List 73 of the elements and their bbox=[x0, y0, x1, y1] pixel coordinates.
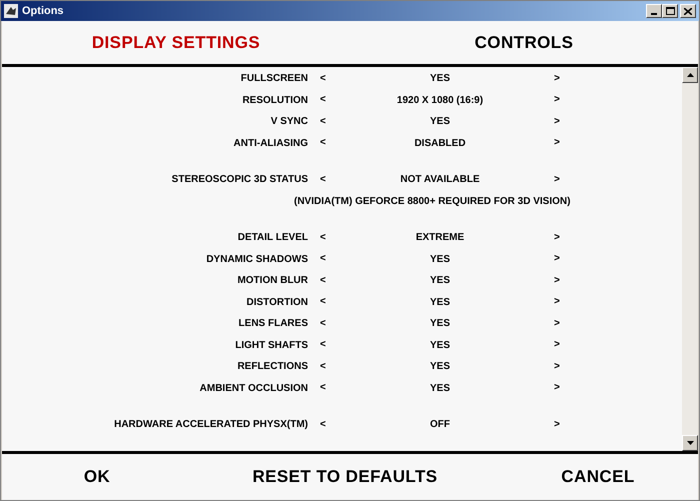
next-option-button[interactable]: > bbox=[554, 276, 560, 286]
setting-value: YES bbox=[430, 274, 450, 288]
previous-option-button[interactable]: < bbox=[320, 383, 326, 394]
minimize-button[interactable] bbox=[646, 4, 662, 18]
setting-value: OFF bbox=[430, 418, 450, 432]
setting-label: LIGHT SHAFTS bbox=[235, 338, 308, 353]
next-option-button[interactable]: > bbox=[554, 297, 560, 308]
previous-option-button[interactable]: < bbox=[320, 174, 326, 185]
scrollbar[interactable] bbox=[682, 67, 698, 450]
next-option-button[interactable]: > bbox=[554, 116, 560, 127]
footer-button[interactable]: OK bbox=[84, 464, 110, 490]
setting-value: YES bbox=[430, 382, 450, 396]
next-option-button[interactable]: > bbox=[554, 138, 560, 148]
setting-value: YES bbox=[430, 72, 450, 86]
footer-button[interactable]: RESET TO DEFAULTS bbox=[252, 464, 438, 490]
previous-option-button[interactable]: < bbox=[320, 232, 326, 243]
setting-value: YES bbox=[430, 296, 450, 310]
setting-label: LENS FLARES bbox=[238, 317, 308, 332]
setting-value: EXTREME bbox=[416, 231, 464, 246]
previous-option-button[interactable]: < bbox=[320, 362, 326, 372]
close-button[interactable] bbox=[680, 4, 696, 18]
setting-value: YES bbox=[430, 360, 450, 374]
setting-label: STEREOSCOPIC 3D STATUS bbox=[172, 173, 308, 188]
next-option-button[interactable]: > bbox=[554, 174, 560, 185]
setting-label: HARDWARE ACCELERATED PHYSX(TM) bbox=[114, 418, 308, 432]
down-arrow-icon bbox=[686, 440, 694, 444]
next-option-button[interactable]: > bbox=[554, 420, 560, 430]
previous-option-button[interactable]: < bbox=[320, 95, 326, 106]
next-option-button[interactable]: > bbox=[554, 74, 560, 84]
setting-value: 1920 X 1080 (16:9) bbox=[396, 94, 484, 108]
setting-label: DISTORTION bbox=[246, 296, 308, 310]
setting-label: AMBIENT OCCLUSION bbox=[200, 382, 308, 396]
previous-option-button[interactable]: < bbox=[320, 116, 326, 127]
previous-option-button[interactable]: < bbox=[320, 420, 326, 430]
setting-value: DISABLED bbox=[414, 136, 466, 151]
previous-option-button[interactable]: < bbox=[320, 254, 326, 264]
window-title: Options bbox=[22, 4, 64, 19]
previous-option-button[interactable]: < bbox=[320, 340, 326, 350]
tab[interactable]: DISPLAY SETTINGS bbox=[2, 30, 350, 56]
footer-button[interactable]: CANCEL bbox=[561, 464, 635, 490]
setting-value: YES bbox=[430, 115, 450, 130]
next-option-button[interactable]: > bbox=[554, 383, 560, 394]
close-icon bbox=[684, 8, 692, 14]
next-option-button[interactable]: > bbox=[554, 254, 560, 264]
previous-option-button[interactable]: < bbox=[320, 297, 326, 308]
next-option-button[interactable]: > bbox=[554, 362, 560, 372]
previous-option-button[interactable]: < bbox=[320, 74, 326, 84]
previous-option-button[interactable]: < bbox=[320, 318, 326, 329]
setting-label: FULLSCREEN bbox=[240, 72, 308, 86]
setting-label: DETAIL LEVEL bbox=[238, 231, 308, 246]
tab[interactable]: CONTROLS bbox=[350, 30, 698, 56]
scroll-up-button[interactable] bbox=[682, 67, 698, 83]
previous-option-button[interactable]: < bbox=[320, 138, 326, 148]
previous-option-button[interactable]: < bbox=[320, 276, 326, 286]
setting-label: V SYNC bbox=[270, 115, 308, 130]
setting-value: YES bbox=[430, 338, 450, 353]
setting-label: DYNAMIC SHADOWS bbox=[206, 252, 308, 267]
setting-value: YES bbox=[430, 317, 450, 332]
next-option-button[interactable]: > bbox=[554, 340, 560, 350]
setting-value: NOT AVAILABLE bbox=[400, 173, 480, 188]
setting-note: (NVIDIA(TM) GEFORCE 8800+ REQUIRED FOR 3D VISION) bbox=[294, 194, 570, 209]
next-option-button[interactable]: > bbox=[554, 318, 560, 329]
setting-label: ANTI-ALIASING bbox=[234, 136, 308, 151]
next-option-button[interactable]: > bbox=[554, 232, 560, 243]
scroll-down-button[interactable] bbox=[682, 434, 698, 450]
window-icon bbox=[4, 4, 18, 18]
up-arrow-icon bbox=[686, 73, 694, 77]
setting-label: REFLECTIONS bbox=[237, 360, 308, 374]
maximize-button[interactable] bbox=[662, 4, 678, 18]
setting-label: MOTION BLUR bbox=[237, 274, 308, 288]
setting-value: YES bbox=[430, 252, 450, 267]
next-option-button[interactable]: > bbox=[554, 95, 560, 106]
setting-label: RESOLUTION bbox=[242, 94, 308, 108]
